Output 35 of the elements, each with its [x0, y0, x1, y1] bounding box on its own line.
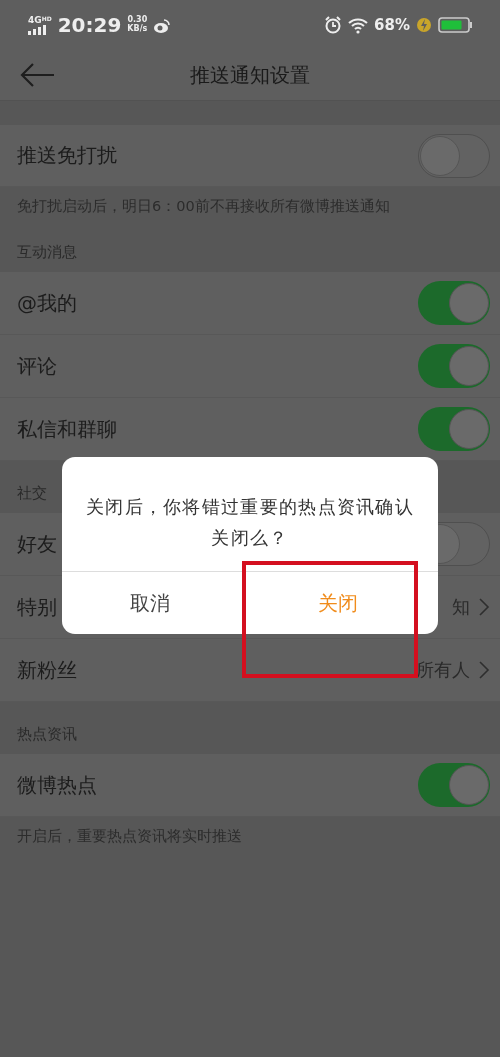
settings-row[interactable]: 推送免打扰: [0, 125, 500, 187]
chevron-right-icon: [478, 597, 490, 617]
chevron-right-icon: [478, 660, 490, 680]
dialog-message: 关闭后，你将错过重要的热点资讯确认关闭么？: [84, 495, 416, 550]
screen-title: 推送通知设置: [190, 61, 310, 89]
settings-row[interactable]: @我的: [0, 272, 500, 335]
weibo-icon: [153, 17, 171, 33]
battery-icon: [438, 17, 472, 33]
setting-label: 推送免打扰: [17, 142, 117, 169]
network-type: 4G: [28, 15, 42, 25]
back-icon[interactable]: [20, 62, 56, 88]
setting-label: 评论: [17, 352, 57, 380]
setting-label: 私信和群聊: [17, 415, 117, 443]
alarm-icon: [324, 16, 343, 34]
close-button[interactable]: 关闭: [238, 572, 438, 634]
signal-icon: [28, 24, 46, 35]
battery-percent: 68%: [374, 16, 410, 34]
toggle-switch[interactable]: [418, 344, 490, 388]
speed-unit: KB/s: [127, 25, 148, 34]
setting-label: 新粉丝: [17, 656, 77, 684]
setting-label: @我的: [17, 289, 77, 317]
toggle-switch[interactable]: [418, 407, 490, 451]
setting-label: 特别: [17, 593, 57, 621]
settings-row[interactable]: 私信和群聊: [0, 398, 500, 461]
toggle-switch[interactable]: [418, 281, 490, 325]
settings-row[interactable]: 微博热点: [0, 754, 500, 817]
toggle-switch[interactable]: [418, 763, 490, 807]
setting-label: 好友: [17, 530, 57, 558]
wifi-icon: [348, 16, 369, 34]
cancel-button[interactable]: 取消: [62, 572, 238, 634]
settings-row[interactable]: 评论: [0, 335, 500, 398]
setting-label: 微博热点: [17, 771, 97, 799]
toggle-switch[interactable]: [418, 133, 490, 178]
clock-time: 20:29: [57, 13, 122, 37]
network-speed: 0.30: [127, 16, 148, 25]
